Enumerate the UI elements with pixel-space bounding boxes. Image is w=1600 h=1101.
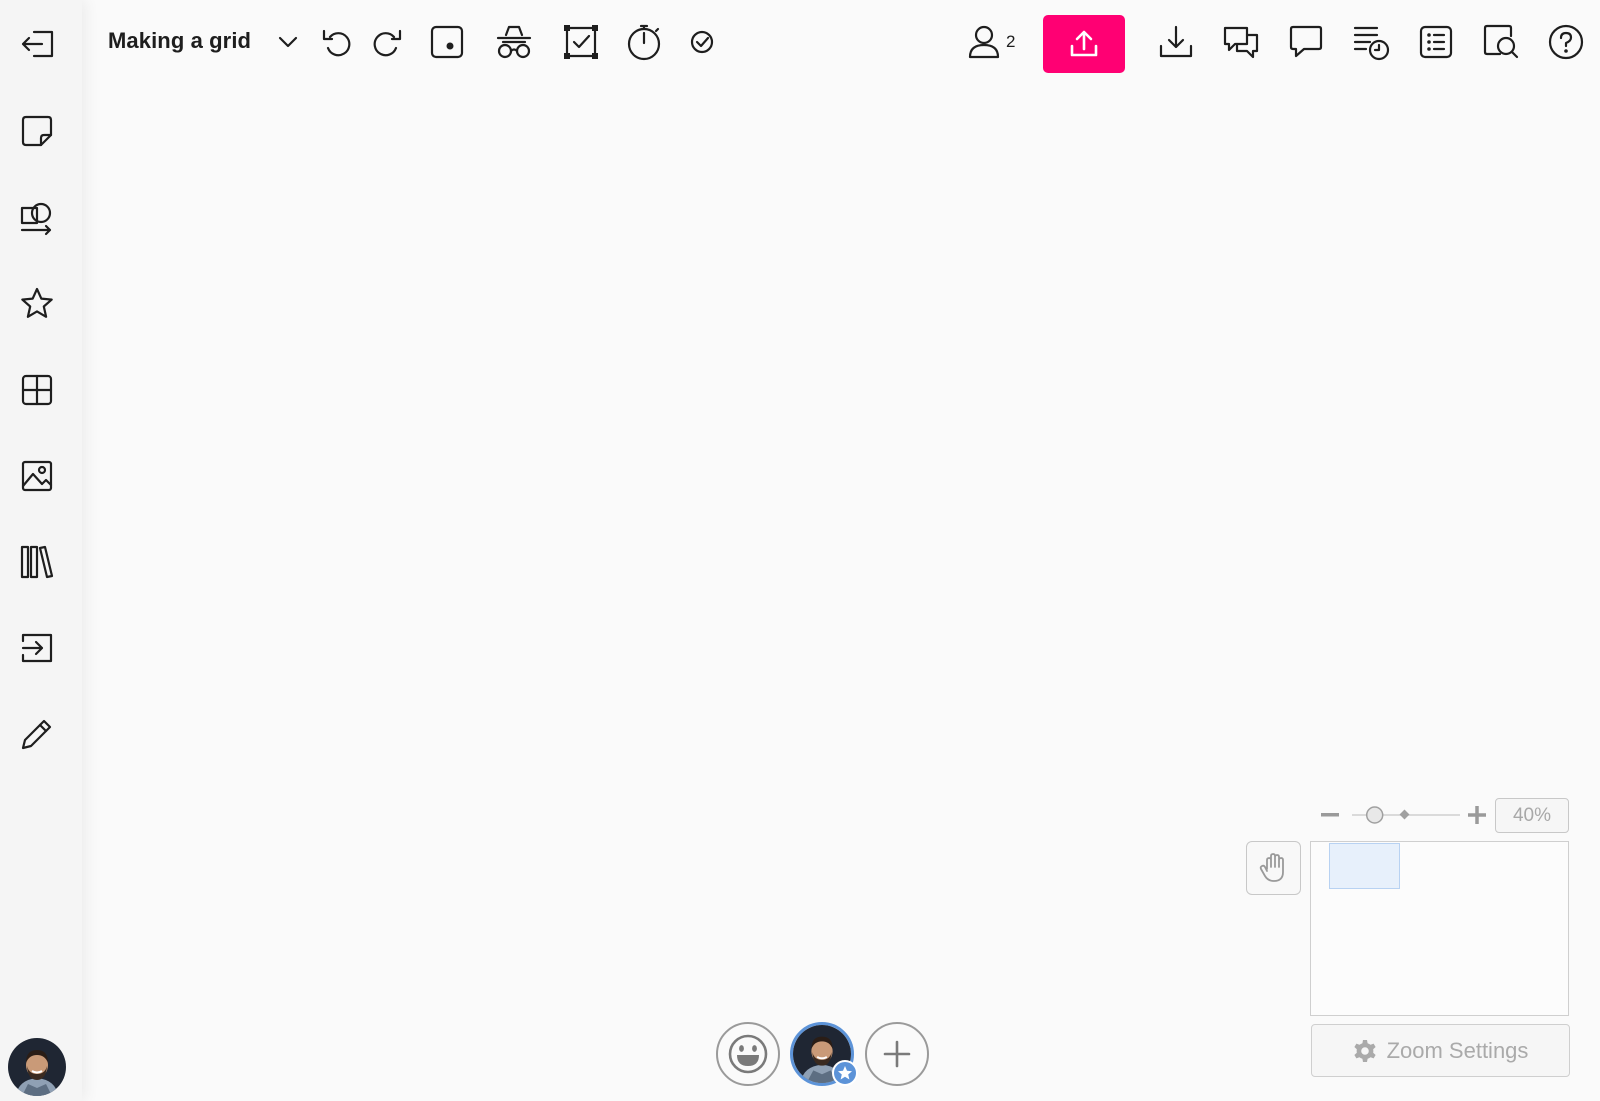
- share-upload-icon: [1070, 30, 1098, 57]
- star-badge-icon: [838, 1066, 852, 1080]
- outline-list-icon: [1419, 25, 1453, 59]
- activity-history-button[interactable]: [1351, 22, 1391, 62]
- focus-mode-button[interactable]: [427, 22, 467, 62]
- import-button[interactable]: [19, 630, 55, 666]
- star-icon: [21, 287, 53, 318]
- outline-button[interactable]: [1416, 22, 1456, 62]
- board-title-text: Making a grid: [108, 28, 252, 53]
- zoom-slider[interactable]: [1352, 806, 1460, 824]
- voting-icon: [564, 25, 598, 59]
- minimap[interactable]: [1310, 841, 1569, 1016]
- zoom-default-marker: [1399, 809, 1410, 820]
- timer-icon: [627, 24, 661, 61]
- grid-button[interactable]: [19, 372, 55, 408]
- sticky-note-button[interactable]: [19, 113, 55, 149]
- undo-button[interactable]: [318, 22, 358, 62]
- download-icon: [1159, 25, 1193, 58]
- incognito-icon: [496, 25, 532, 59]
- activity-history-icon: [1353, 26, 1390, 61]
- timer-button[interactable]: [624, 22, 664, 62]
- collaborator-count: 2: [1006, 32, 1016, 51]
- reactions-button[interactable]: [716, 1022, 780, 1086]
- search-icon: [1483, 24, 1519, 59]
- smiley-icon: [728, 1034, 768, 1074]
- favorites-button[interactable]: [19, 286, 55, 322]
- check-circle-icon: [690, 30, 714, 54]
- users-icon: [968, 25, 1000, 59]
- plus-circle-icon: [883, 1040, 911, 1068]
- voting-button[interactable]: [561, 22, 601, 62]
- redo-icon: [373, 29, 402, 57]
- exit-board-icon: [21, 30, 54, 58]
- zoom-settings-button[interactable]: Zoom Settings: [1311, 1024, 1570, 1077]
- help-icon: [1548, 24, 1584, 60]
- image-button[interactable]: [19, 458, 55, 494]
- board-menu-toggle[interactable]: [268, 22, 308, 62]
- help-button[interactable]: [1546, 22, 1586, 62]
- share-button[interactable]: [1043, 15, 1125, 73]
- pencil-button[interactable]: [19, 716, 55, 752]
- zoom-level[interactable]: 40%: [1495, 798, 1569, 833]
- zoom-level-text: 40%: [1512, 804, 1552, 826]
- gear-icon: [1353, 1039, 1376, 1062]
- search-button[interactable]: [1481, 22, 1521, 62]
- zoom-slider-knob[interactable]: [1365, 806, 1384, 824]
- grid-icon: [21, 374, 53, 406]
- chevron-down-icon: [278, 36, 298, 48]
- private-mode-button[interactable]: [494, 22, 534, 62]
- user-avatar[interactable]: [8, 1038, 66, 1096]
- shapes-icon: [20, 202, 52, 236]
- owner-badge: [832, 1060, 858, 1086]
- comment-icon: [1289, 25, 1323, 58]
- hand-icon: [1259, 853, 1284, 882]
- add-collaborator-button[interactable]: [865, 1022, 929, 1086]
- image-icon: [21, 460, 53, 492]
- chat-button[interactable]: [1221, 22, 1261, 62]
- pencil-icon: [21, 719, 52, 750]
- left-sidebar: [0, 0, 82, 1101]
- comments-button[interactable]: [1286, 22, 1326, 62]
- import-icon: [21, 633, 53, 663]
- board-title[interactable]: Making a grid: [108, 28, 251, 54]
- shapes-button[interactable]: [19, 200, 55, 236]
- zoom-in-button[interactable]: [1466, 804, 1488, 826]
- undo-icon: [322, 29, 351, 57]
- download-button[interactable]: [1156, 22, 1196, 62]
- focus-icon: [430, 25, 464, 59]
- redo-button[interactable]: [366, 22, 406, 62]
- zoom-settings-label: Zoom Settings: [1386, 1037, 1529, 1063]
- sticky-note-icon: [21, 115, 53, 147]
- zoom-out-button[interactable]: [1319, 804, 1341, 826]
- minimap-viewport[interactable]: [1329, 843, 1400, 889]
- check-button[interactable]: [682, 22, 722, 62]
- minus-icon: [1321, 813, 1339, 817]
- chat-icon: [1223, 26, 1259, 59]
- library-icon: [20, 545, 54, 579]
- collaborators-button[interactable]: [964, 22, 1004, 62]
- plus-icon: [1468, 806, 1486, 824]
- library-button[interactable]: [19, 544, 55, 580]
- pan-mode-button[interactable]: [1246, 841, 1301, 895]
- exit-board-button[interactable]: [19, 26, 55, 62]
